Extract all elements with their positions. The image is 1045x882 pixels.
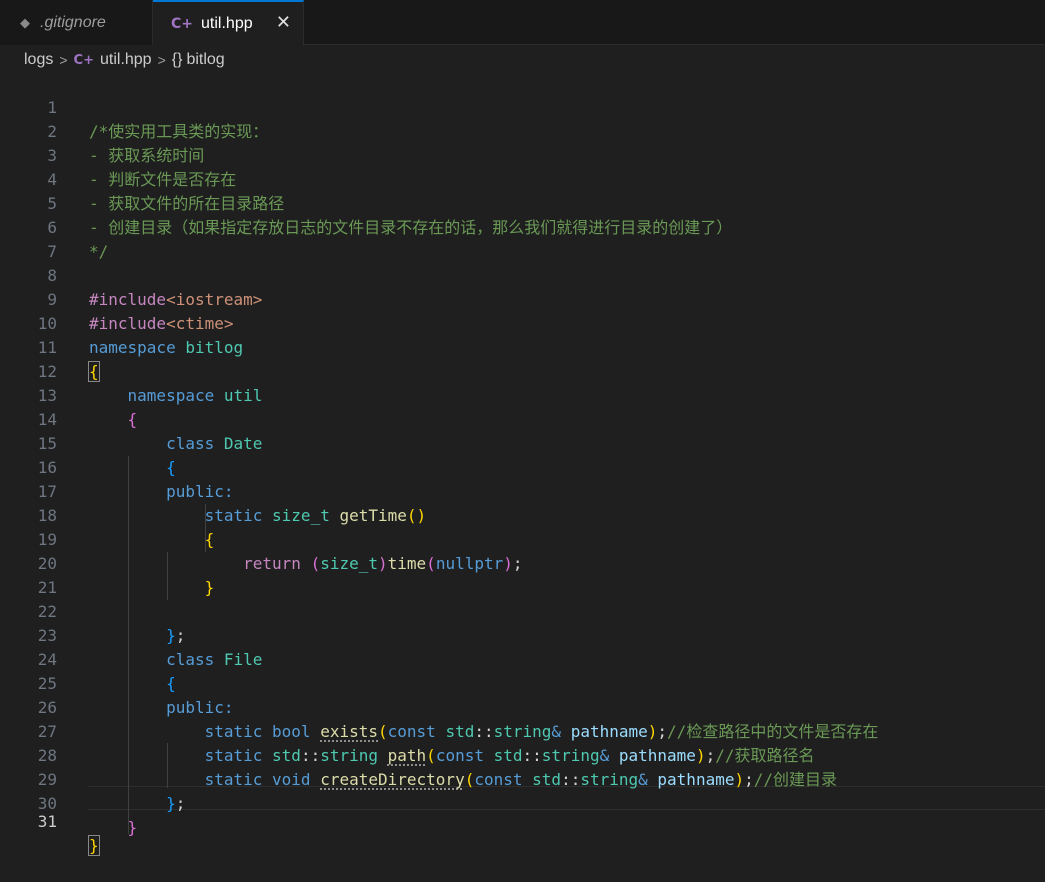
code-line: 4 - 获取文件的所在目录路径 — [0, 144, 1045, 213]
code-line: 9 #include<ctime> — [0, 264, 1045, 333]
brace: } — [88, 835, 100, 856]
code-line: 6 */ — [0, 192, 1045, 261]
tab-label: .gitignore — [40, 13, 106, 31]
code-line: 26 static bool exists(const std::string&… — [0, 672, 1045, 741]
code-line: 17 static size_t getTime() — [0, 456, 1045, 525]
tab-bar: ◆ .gitignore C+ util.hpp ✕ — [0, 0, 1045, 46]
breadcrumb-symbol[interactable]: bitlog — [186, 51, 224, 69]
code-line: 12 namespace util — [0, 336, 1045, 405]
code-line: 14 class Date — [0, 384, 1045, 453]
code-line: 29 }; — [0, 744, 1045, 813]
close-icon[interactable]: ✕ — [276, 12, 291, 33]
code-line: 7 — [0, 216, 1045, 261]
chevron-right-icon: > — [59, 52, 68, 68]
git-diamond-icon: ◆ — [20, 14, 30, 30]
breadcrumb-folder[interactable]: logs — [24, 51, 53, 69]
code-line: 27 static std::string path(const std::st… — [0, 696, 1045, 765]
code-line: 16 public: — [0, 432, 1045, 501]
code-line: 1 /*使实用工具类的实现： — [0, 72, 1045, 141]
tab-gitignore[interactable]: ◆ .gitignore — [0, 0, 153, 45]
code-line: 18 { — [0, 480, 1045, 549]
code-line: 20 } — [0, 528, 1045, 597]
tab-util-hpp[interactable]: C+ util.hpp ✕ — [153, 0, 304, 46]
code-line: 15 { — [0, 408, 1045, 477]
code-line: 24 { — [0, 624, 1045, 693]
cpp-icon: C+ — [171, 16, 194, 32]
code-line: 5 - 创建目录（如果指定存放日志的文件目录不存在的话，那么我们就得进行目录的创… — [0, 168, 1045, 237]
code-line: 13 { — [0, 360, 1045, 429]
code-line: 19 return (size_t)time(nullptr); — [0, 504, 1045, 573]
code-line: 21 — [0, 552, 1045, 597]
tab-label: util.hpp — [201, 15, 253, 32]
code-line: 28 static void createDirectory(const std… — [0, 720, 1045, 789]
breadcrumb-file[interactable]: util.hpp — [100, 51, 152, 69]
cpp-icon: C+ — [73, 52, 94, 68]
code-line: 10 namespace bitlog — [0, 288, 1045, 357]
code-line: 8 #include<iostream> — [0, 240, 1045, 309]
breadcrumb: logs > C+ util.hpp > {} bitlog — [24, 48, 225, 72]
brace: } — [127, 818, 138, 837]
code-line: 25 public: — [0, 648, 1045, 717]
code-line: 22 }; — [0, 576, 1045, 645]
code-line: 3 - 判断文件是否存在 — [0, 120, 1045, 189]
code-line: 11 { — [0, 312, 1045, 382]
line-number: 31 — [37, 812, 57, 831]
code-line: 2 - 获取系统时间 — [0, 96, 1045, 165]
namespace-icon: {} — [171, 51, 183, 68]
code-editor[interactable]: 1 /*使实用工具类的实现： 2 - 获取系统时间 3 - 判断文件是否存在 4… — [0, 72, 1045, 860]
code-line: 23 class File — [0, 600, 1045, 669]
chevron-right-icon: > — [157, 52, 166, 68]
code-line-current: 31 } — [0, 786, 1045, 856]
